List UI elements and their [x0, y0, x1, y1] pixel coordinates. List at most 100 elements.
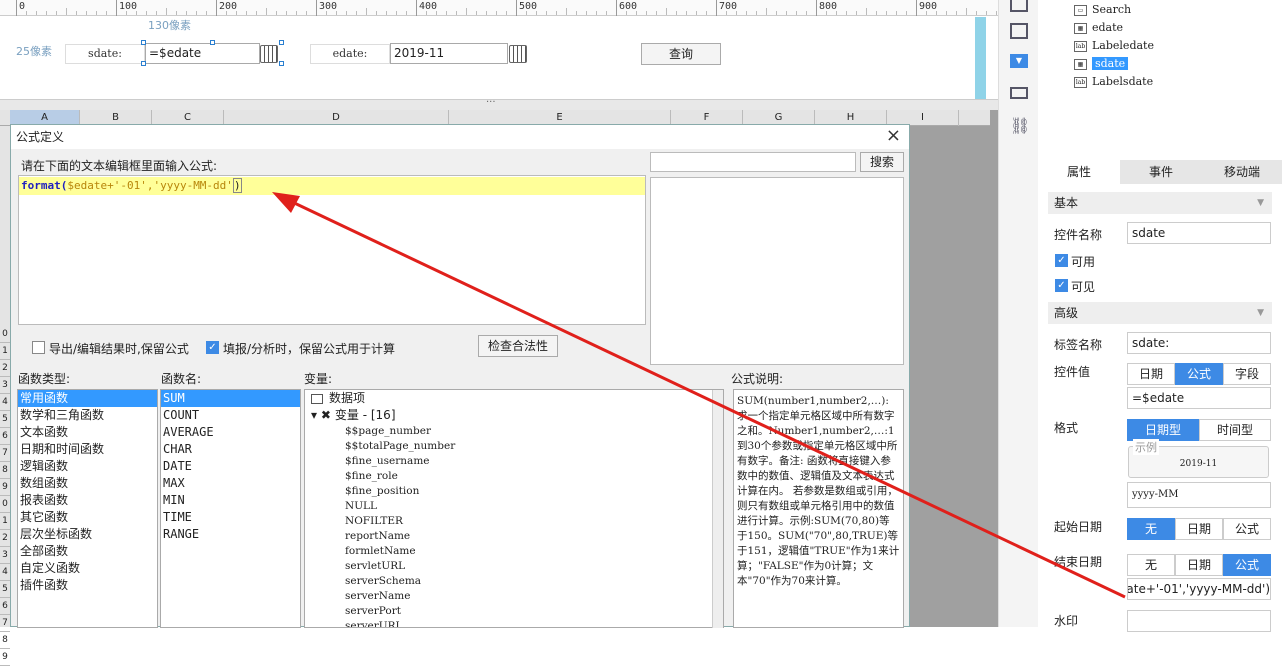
start-opt-none[interactable]: 无: [1127, 518, 1175, 540]
func-type-item[interactable]: 常用函数: [18, 390, 157, 407]
start-opt-formula[interactable]: 公式: [1223, 518, 1271, 540]
search-button[interactable]: 搜索: [860, 152, 904, 172]
row-number[interactable]: 0: [0, 496, 10, 513]
layers-icon[interactable]: [1010, 87, 1028, 99]
tree-item[interactable]: lab Labelsdate: [1074, 73, 1153, 91]
variable-item[interactable]: $$page_number: [305, 424, 723, 439]
splitter[interactable]: ···: [0, 97, 998, 110]
value-opt-formula[interactable]: 公式: [1175, 363, 1223, 385]
resize-handle[interactable]: [141, 61, 146, 66]
func-name-item[interactable]: CHAR: [161, 441, 300, 458]
tree-item[interactable]: ▦ edate: [1074, 19, 1123, 37]
resize-handle[interactable]: [210, 40, 215, 45]
row-number[interactable]: 9: [0, 479, 10, 496]
func-name-item[interactable]: COUNT: [161, 407, 300, 424]
row-number[interactable]: 4: [0, 564, 10, 581]
sdate-input[interactable]: =$edate: [145, 43, 260, 64]
start-opt-date[interactable]: 日期: [1175, 518, 1223, 540]
tab-events[interactable]: 事件: [1120, 160, 1202, 184]
section-basic[interactable]: 基本 ▼: [1048, 192, 1272, 214]
func-type-item[interactable]: 全部函数: [18, 543, 157, 560]
variable-item[interactable]: serverPort: [305, 604, 723, 619]
variable-item[interactable]: NULL: [305, 499, 723, 514]
calendar-icon[interactable]: [509, 45, 527, 63]
variable-item[interactable]: NOFILTER: [305, 514, 723, 529]
end-formula-input[interactable]: $edate+'-01','yyyy-MM-dd'): [1127, 578, 1271, 600]
search-results[interactable]: [650, 177, 904, 365]
tree-node-variables[interactable]: ▾ ✖ 变量 - [16]: [305, 407, 723, 424]
tree-item[interactable]: ▭ Search: [1074, 1, 1131, 19]
edate-label[interactable]: edate:: [310, 44, 390, 64]
func-name-item[interactable]: RANGE: [161, 526, 300, 543]
row-number[interactable]: 5: [0, 581, 10, 598]
dropdown-icon[interactable]: ▼: [1010, 54, 1028, 68]
section-advanced[interactable]: 高级 ▼: [1048, 302, 1272, 324]
tab-properties[interactable]: 属性: [1038, 160, 1120, 184]
search-input[interactable]: [650, 152, 856, 172]
variable-item[interactable]: serverName: [305, 589, 723, 604]
func-type-item[interactable]: 层次坐标函数: [18, 526, 157, 543]
row-number[interactable]: 6: [0, 598, 10, 615]
tree-item[interactable]: lab Labeledate: [1074, 37, 1154, 55]
row-number[interactable]: 3: [0, 547, 10, 564]
func-type-item[interactable]: 文本函数: [18, 424, 157, 441]
formula-editor[interactable]: format($edate+'-01','yyyy-MM-dd'): [18, 175, 646, 325]
func-type-list[interactable]: 常用函数 数学和三角函数 文本函数 日期和时间函数 逻辑函数 数组函数 报表函数 其它函数 层次…: [17, 389, 158, 628]
tree-item[interactable]: ▦ sdate: [1074, 55, 1129, 73]
row-number[interactable]: 6: [0, 428, 10, 445]
row-number[interactable]: 8: [0, 462, 10, 479]
widget-icon[interactable]: [1010, 0, 1028, 12]
variable-item[interactable]: reportName: [305, 529, 723, 544]
query-button[interactable]: 查询: [641, 43, 721, 65]
row-number[interactable]: 1: [0, 513, 10, 530]
variable-item[interactable]: serverSchema: [305, 574, 723, 589]
row-number[interactable]: 9: [0, 649, 10, 666]
resize-handle[interactable]: [279, 61, 284, 66]
variable-item[interactable]: $fine_role: [305, 469, 723, 484]
row-number[interactable]: 3: [0, 377, 10, 394]
tag-input[interactable]: sdate:: [1127, 332, 1271, 354]
variable-item[interactable]: $$totalPage_number: [305, 439, 723, 454]
func-type-item[interactable]: 插件函数: [18, 577, 157, 594]
func-type-item[interactable]: 报表函数: [18, 492, 157, 509]
check-validity-button[interactable]: 检查合法性: [478, 335, 558, 357]
row-number[interactable]: 0: [0, 326, 10, 343]
func-name-item[interactable]: MAX: [161, 475, 300, 492]
func-type-item[interactable]: 自定义函数: [18, 560, 157, 577]
close-icon[interactable]: ×: [886, 127, 901, 145]
end-opt-date[interactable]: 日期: [1175, 554, 1223, 576]
format-opt-date[interactable]: 日期型: [1127, 419, 1199, 441]
keep-fill-checkbox[interactable]: ✓: [206, 341, 219, 354]
edate-input[interactable]: 2019-11: [390, 43, 508, 64]
variable-item[interactable]: formletName: [305, 544, 723, 559]
format-pattern-input[interactable]: yyyy-MM: [1127, 482, 1271, 508]
widget-tree[interactable]: ▭ Search ▦ edate lab Labeledate ▦ sdate lab Label…: [1038, 0, 1282, 156]
sdate-label[interactable]: sdate:: [65, 44, 145, 64]
design-canvas[interactable]: 130像素 25像素 sdate: =$edate edate: 2019-11…: [0, 17, 998, 99]
enabled-checkbox[interactable]: ✓: [1055, 254, 1068, 267]
func-name-item[interactable]: MIN: [161, 492, 300, 509]
resize-handle[interactable]: [279, 40, 284, 45]
value-opt-date[interactable]: 日期: [1127, 363, 1175, 385]
row-number[interactable]: 1: [0, 343, 10, 360]
variable-tree[interactable]: 数据项 ▾ ✖ 变量 - [16] $$page_number $$totalPag…: [304, 389, 724, 628]
row-number[interactable]: 7: [0, 615, 10, 632]
resize-handle[interactable]: [141, 40, 146, 45]
value-formula-input[interactable]: =$edate: [1127, 387, 1271, 409]
format-opt-time[interactable]: 时间型: [1199, 419, 1271, 441]
func-name-item[interactable]: DATE: [161, 458, 300, 475]
end-opt-formula[interactable]: 公式: [1223, 554, 1271, 576]
row-number[interactable]: 5: [0, 411, 10, 428]
func-type-item[interactable]: 日期和时间函数: [18, 441, 157, 458]
calendar-icon[interactable]: [260, 45, 278, 63]
tab-mobile[interactable]: 移动端: [1202, 160, 1282, 184]
row-number[interactable]: 8: [0, 632, 10, 649]
func-name-item[interactable]: TIME: [161, 509, 300, 526]
row-number[interactable]: 2: [0, 530, 10, 547]
variable-item[interactable]: servletURL: [305, 559, 723, 574]
tree-node-data[interactable]: 数据项: [305, 390, 723, 407]
keep-export-checkbox[interactable]: [32, 341, 45, 354]
func-type-item[interactable]: 逻辑函数: [18, 458, 157, 475]
row-number[interactable]: 4: [0, 394, 10, 411]
func-name-item[interactable]: AVERAGE: [161, 424, 300, 441]
